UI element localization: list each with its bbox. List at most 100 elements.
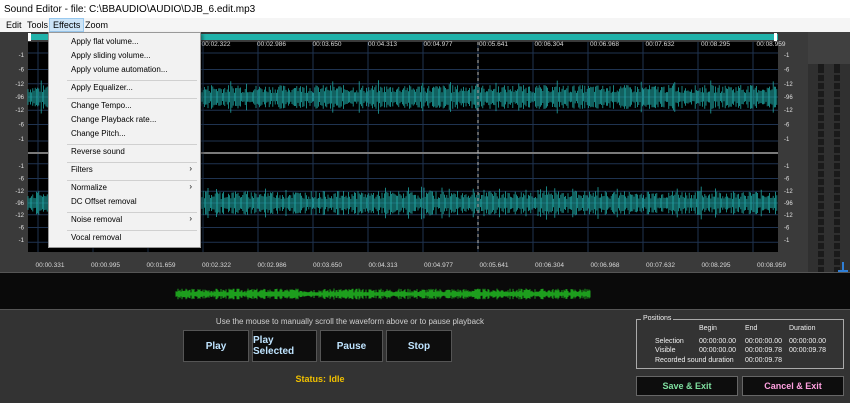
effects-menu-item[interactable]: Noise removal: [71, 215, 122, 224]
db-scale-label: -6: [19, 68, 25, 74]
effects-menu-item[interactable]: Apply sliding volume...: [71, 51, 151, 60]
scroll-start-handle[interactable]: [28, 33, 31, 41]
top-ruler-label: 00:02.322: [202, 41, 231, 48]
db-scale-label: -12: [784, 108, 793, 114]
positions-panel: Positions Begin End Duration Selection 0…: [636, 315, 844, 369]
control-panel: Use the mouse to manually scroll the wav…: [0, 310, 850, 403]
vu-meter-panel: [808, 64, 850, 304]
effects-menu-item[interactable]: Normalize: [71, 183, 107, 192]
db-scale-label: -6: [784, 68, 790, 74]
play-selected-button[interactable]: Play Selected: [252, 330, 317, 362]
db-scale-label: -1: [19, 53, 25, 59]
visible-begin: 00:00:00.00: [699, 347, 736, 354]
menu-tools[interactable]: Tools: [24, 19, 51, 31]
scroll-end-handle[interactable]: [774, 33, 777, 41]
menu-separator: [67, 162, 197, 163]
visible-duration: 00:00:09.78: [789, 347, 826, 354]
effects-menu-item[interactable]: Apply Equalizer...: [71, 83, 133, 92]
menu-zoom[interactable]: Zoom: [82, 19, 111, 31]
menu-separator: [67, 144, 197, 145]
menu-separator: [67, 80, 197, 81]
overview-wave-shape: [175, 288, 591, 300]
db-scale-label: -1: [784, 53, 790, 59]
window-title: Sound Editor - file: C:\BBAUDIO\AUDIO\DJ…: [0, 0, 850, 18]
db-scale-label: -12: [15, 189, 24, 195]
top-ruler-label: 00:04.977: [424, 41, 453, 48]
effects-menu-item[interactable]: Reverse sound: [71, 147, 125, 156]
positions-title: Positions: [641, 315, 674, 322]
effects-menu-item[interactable]: Change Pitch...: [71, 129, 126, 138]
effects-menu-item[interactable]: Filters: [71, 165, 93, 174]
db-scale-label: -1: [784, 238, 790, 244]
menu-effects[interactable]: Effects: [49, 18, 85, 32]
top-ruler-label: 00:03.650: [313, 41, 342, 48]
effects-dropdown-menu: Apply flat volume... Apply sliding volume…: [48, 32, 201, 248]
top-ruler-label: 00:02.986: [257, 41, 286, 48]
bottom-ruler-label: 00:05.641: [480, 262, 509, 269]
recorded-duration-value: 00:00:09.78: [745, 357, 782, 364]
effects-menu-item[interactable]: Change Tempo...: [71, 101, 132, 110]
top-ruler-label: 00:07.632: [646, 41, 675, 48]
top-ruler-label: 00:08.959: [757, 41, 786, 48]
menu-separator: [67, 98, 197, 99]
cancel-exit-button[interactable]: Cancel & Exit: [742, 376, 844, 396]
db-scale-label: -6: [784, 226, 790, 232]
db-scale-label: -6: [19, 123, 25, 129]
db-scale-label: -96: [15, 95, 24, 101]
bottom-ruler-label: 00:03.650: [313, 262, 342, 269]
effects-menu-item[interactable]: Apply flat volume...: [71, 37, 139, 46]
db-scale-label: -6: [784, 123, 790, 129]
status-value: Idle: [329, 374, 345, 384]
db-scale-label: -12: [784, 213, 793, 219]
db-scale-label: -1: [19, 164, 25, 170]
bottom-ruler-label: 00:00.331: [36, 262, 65, 269]
db-scale-label: -12: [15, 108, 24, 114]
top-ruler-label: 00:05.641: [479, 41, 508, 48]
overview-waveform[interactable]: [0, 272, 850, 310]
submenu-arrow-icon: ›: [189, 182, 192, 191]
header-end: End: [745, 325, 758, 332]
db-scale-label: -12: [15, 213, 24, 219]
bottom-ruler-label: 00:06.304: [535, 262, 564, 269]
bottom-ruler-label: 00:07.632: [646, 262, 675, 269]
menu-edit[interactable]: Edit: [3, 19, 25, 31]
bottom-ruler-label: 00:04.313: [369, 262, 398, 269]
db-scale-label: -1: [784, 137, 790, 143]
header-begin: Begin: [699, 325, 717, 332]
top-ruler-label: 00:06.304: [535, 41, 564, 48]
top-ruler-label: 00:04.313: [368, 41, 397, 48]
bottom-ruler-label: 00:02.986: [258, 262, 287, 269]
effects-menu-item[interactable]: Vocal removal: [71, 233, 121, 242]
menu-bar: Edit Tools Effects Zoom: [0, 18, 850, 32]
db-scale-label: -6: [19, 226, 25, 232]
bottom-ruler-label: 00:04.977: [424, 262, 453, 269]
db-scale-label: -96: [784, 201, 793, 207]
selection-duration: 00:00:00.00: [789, 338, 826, 345]
submenu-arrow-icon: ›: [189, 164, 192, 173]
bottom-ruler-label: 00:01.659: [147, 262, 176, 269]
db-scale-label: -1: [784, 164, 790, 170]
db-scale-label: -12: [784, 189, 793, 195]
menu-separator: [67, 230, 197, 231]
stop-button[interactable]: Stop: [386, 330, 452, 362]
effects-menu-item[interactable]: Change Playback rate...: [71, 115, 156, 124]
submenu-arrow-icon: ›: [189, 214, 192, 223]
status-label: Status:: [295, 374, 326, 384]
effects-menu-item[interactable]: DC Offset removal: [71, 197, 137, 206]
top-ruler-label: 00:06.968: [590, 41, 619, 48]
menu-separator: [67, 180, 197, 181]
visible-end: 00:00:09.78: [745, 347, 782, 354]
bottom-ruler-label: 00:08.295: [702, 262, 731, 269]
db-scale-label: -6: [19, 177, 25, 183]
scroll-hint: Use the mouse to manually scroll the wav…: [215, 317, 485, 326]
effects-menu-item[interactable]: Apply volume automation...: [71, 65, 168, 74]
save-exit-button[interactable]: Save & Exit: [636, 376, 738, 396]
pause-button[interactable]: Pause: [320, 330, 383, 362]
selection-end: 00:00:00.00: [745, 338, 782, 345]
db-scale-label: -1: [19, 238, 25, 244]
status-indicator: Status: Idle: [260, 374, 380, 384]
play-button[interactable]: Play: [183, 330, 249, 362]
bottom-ruler-label: 00:06.968: [591, 262, 620, 269]
recorded-duration-label: Recorded sound duration: [655, 357, 734, 364]
header-duration: Duration: [789, 325, 816, 332]
